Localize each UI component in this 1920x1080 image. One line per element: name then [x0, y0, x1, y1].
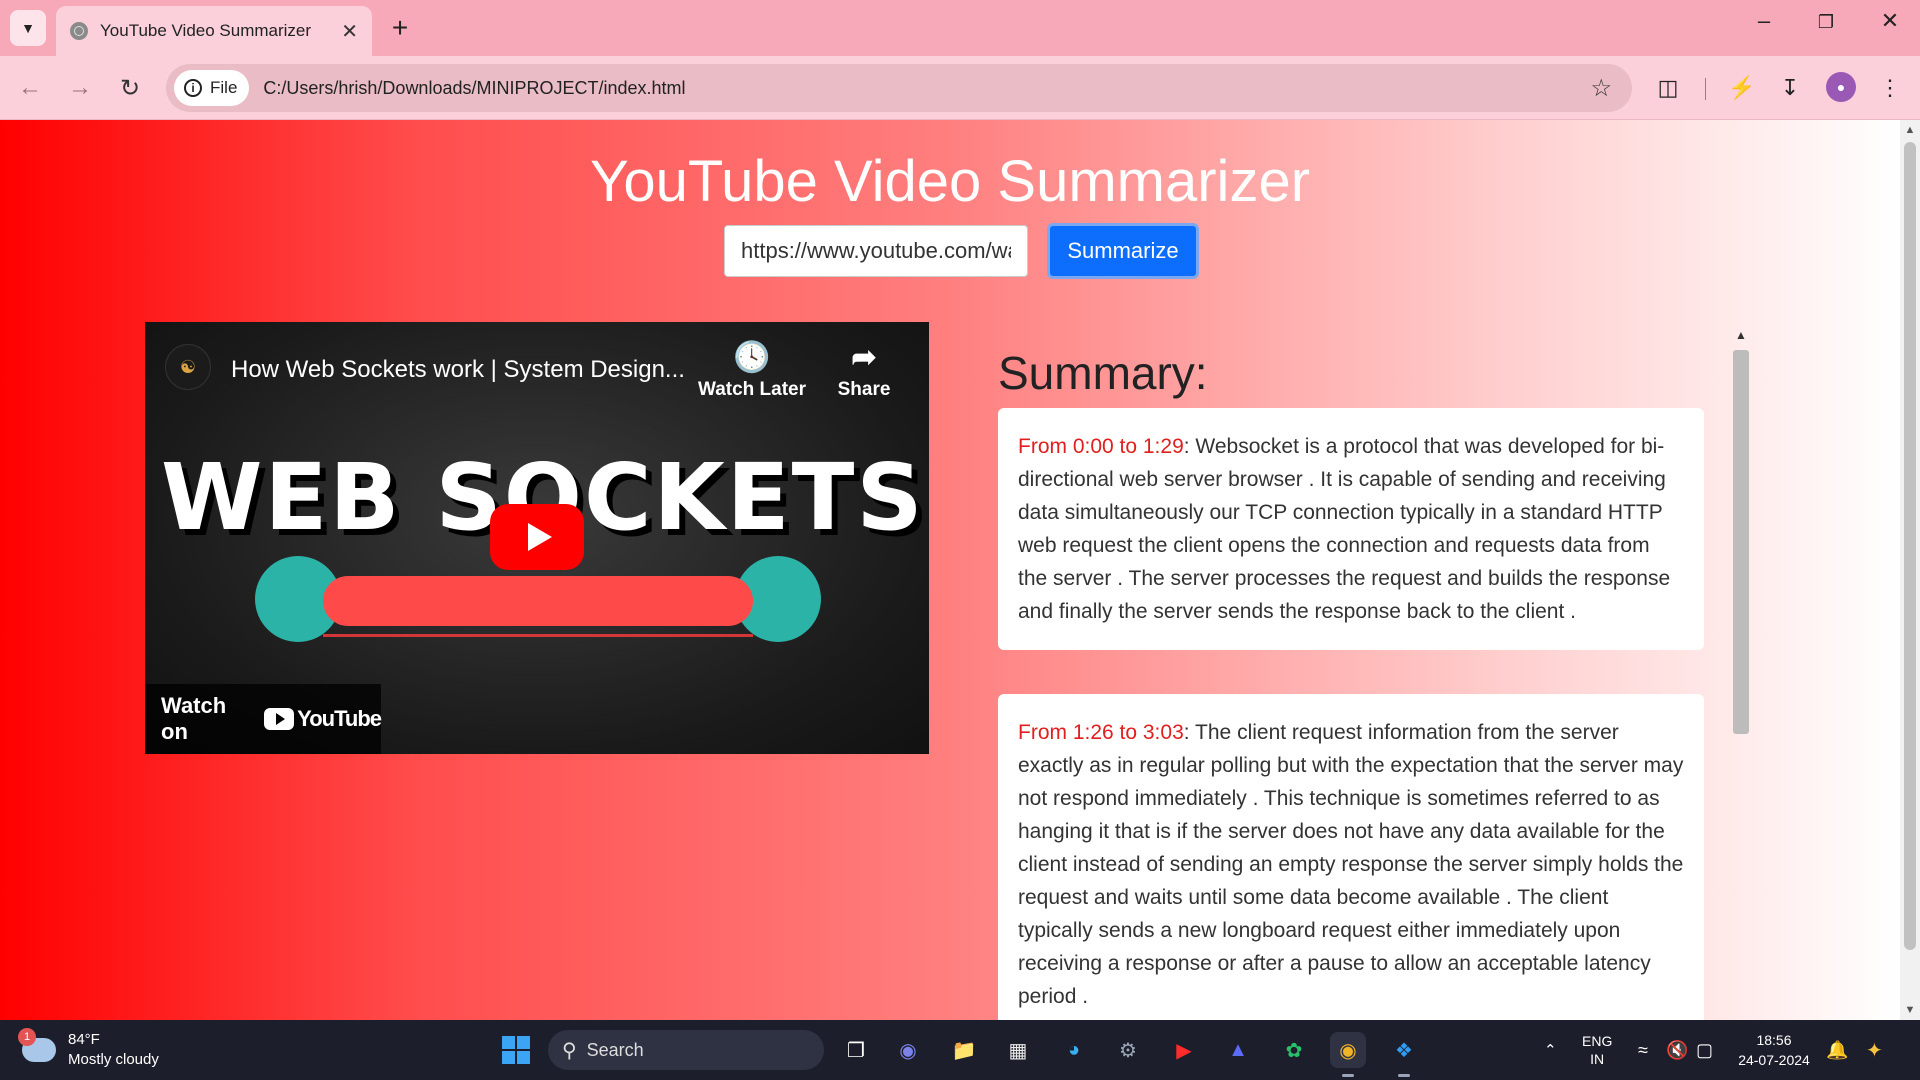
summary-timestamp: From 0:00 to 1:29	[1018, 435, 1184, 458]
tab-close-icon[interactable]: ✕	[341, 19, 358, 44]
taskbar-search[interactable]: ⚲ Search	[548, 1030, 824, 1070]
notification-bell-icon[interactable]: 🔔	[1826, 1020, 1848, 1080]
browser-toolbar: ← → ↻ i File C:/Users/hrish/Downloads/MI…	[0, 56, 1920, 120]
summary-text: : Websocket is a protocol that was devel…	[1018, 435, 1671, 623]
file-explorer-icon[interactable]: 📁	[946, 1032, 982, 1068]
summarize-button[interactable]: Summarize	[1047, 223, 1199, 279]
weather-desc: Mostly cloudy	[68, 1051, 159, 1068]
search-label: Search	[586, 1039, 644, 1060]
clock-date: 24-07-2024	[1738, 1052, 1810, 1068]
copilot-icon[interactable]: ✦	[1866, 1020, 1883, 1080]
page-scroll-thumb[interactable]	[1904, 142, 1916, 950]
watch-on-youtube-button[interactable]: Watch on YouTube	[145, 684, 382, 754]
search-icon: ⚲	[562, 1039, 577, 1062]
watch-on-label: Watch on	[161, 693, 227, 744]
weather-temp: 84°F	[68, 1031, 100, 1048]
page-scroll-up-icon[interactable]: ▲	[1900, 120, 1920, 140]
summary-card: From 0:00 to 1:29: Websocket is a protoc…	[998, 408, 1704, 650]
page-scroll-down-icon[interactable]: ▼	[1900, 1000, 1920, 1020]
minimize-icon[interactable]: –	[1744, 8, 1784, 34]
youtube-logo-text: YouTube	[297, 706, 382, 731]
forward-icon[interactable]: →	[64, 72, 96, 104]
restore-icon[interactable]: ❐	[1806, 12, 1846, 33]
info-icon: i	[184, 79, 202, 97]
tab-search-menu-icon[interactable]: ▼	[10, 10, 46, 46]
meet-icon[interactable]: ◉	[890, 1032, 926, 1068]
url-text[interactable]: C:/Users/hrish/Downloads/MINIPROJECT/ind…	[263, 78, 1590, 99]
store-icon[interactable]: ▦	[1000, 1032, 1036, 1068]
chrome-icon[interactable]: ◉	[1330, 1032, 1366, 1068]
mongodb-icon[interactable]: ✿	[1276, 1032, 1312, 1068]
taskbar: 1 84°F Mostly cloudy ⚲ Search ❐ ◉ 📁 ▦ ◕ …	[0, 1020, 1920, 1080]
tab-title: YouTube Video Summarizer	[100, 21, 312, 40]
youtube-logo-icon: YouTube	[264, 706, 382, 732]
clock-time: 18:56	[1756, 1032, 1792, 1048]
channel-logo-icon[interactable]: ☯	[165, 344, 211, 390]
site-info-chip[interactable]: i File	[174, 70, 250, 106]
thumbnail-wave	[323, 576, 753, 626]
bookmark-star-icon[interactable]: ☆	[1590, 74, 1612, 103]
window-close-icon[interactable]: ✕	[1870, 8, 1910, 34]
vscode-icon[interactable]: ❖	[1386, 1032, 1422, 1068]
weather-badge: 1	[18, 1028, 36, 1046]
watch-later-label: Watch Later	[697, 379, 807, 400]
volume-muted-icon[interactable]: 🔇	[1666, 1020, 1688, 1080]
summary-panel[interactable]: Summary: From 0:00 to 1:29: Websocket is…	[980, 320, 1740, 1020]
scroll-up-arrow-icon[interactable]: ▲	[1730, 328, 1752, 344]
vs-studio-icon[interactable]: ▲	[1220, 1032, 1256, 1068]
task-view-icon[interactable]: ❐	[838, 1032, 874, 1068]
performance-icon[interactable]: ⚡	[1726, 72, 1758, 104]
site-info-label: File	[210, 78, 238, 97]
summary-scrollbar[interactable]: ▲	[1730, 328, 1752, 1020]
wifi-icon[interactable]: ≈	[1638, 1020, 1648, 1080]
watch-later-button[interactable]: 🕓 Watch Later	[697, 340, 807, 401]
browser-tab[interactable]: YouTube Video Summarizer ✕	[56, 6, 372, 56]
play-button[interactable]	[490, 504, 584, 570]
chrome-active-indicator	[1342, 1074, 1354, 1077]
language-indicator[interactable]: ENG IN	[1582, 1020, 1612, 1080]
summary-text: : The client request information from th…	[1018, 721, 1684, 1008]
share-label: Share	[837, 379, 891, 400]
summary-scroll-thumb[interactable]	[1733, 350, 1749, 734]
windows-start-icon[interactable]	[502, 1036, 530, 1064]
language-line2: IN	[1590, 1051, 1605, 1067]
new-tab-button[interactable]: +	[384, 12, 416, 44]
share-button[interactable]: ➦ Share	[809, 340, 919, 401]
youtube-url-input[interactable]	[724, 225, 1028, 277]
summary-timestamp: From 1:26 to 3:03	[1018, 721, 1184, 744]
tab-bar: ▼ YouTube Video Summarizer ✕ + – ❐ ✕	[0, 0, 1920, 56]
settings-gear-icon[interactable]: ⚙	[1110, 1032, 1146, 1068]
tray-chevron-icon[interactable]: ⌃	[1544, 1020, 1557, 1080]
summary-card: From 1:26 to 3:03: The client request in…	[998, 694, 1704, 1020]
vscode-active-indicator	[1398, 1074, 1410, 1077]
page-viewport: YouTube Video Summarizer Summarize ☯ How…	[0, 120, 1900, 1020]
summary-heading: Summary:	[998, 347, 1208, 399]
back-icon[interactable]: ←	[14, 72, 46, 104]
reload-icon[interactable]: ↻	[114, 72, 146, 104]
page-scrollbar[interactable]: ▲ ▼	[1900, 120, 1920, 1020]
video-title[interactable]: How Web Sockets work | System Design...	[231, 356, 685, 384]
address-bar[interactable]: i File C:/Users/hrish/Downloads/MINIPROJ…	[166, 64, 1632, 112]
menu-kebab-icon[interactable]: ⋮	[1874, 72, 1906, 104]
page-title: YouTube Video Summarizer	[589, 149, 1311, 214]
clock-icon: 🕓	[733, 341, 771, 374]
toolbar-divider	[1705, 78, 1706, 100]
battery-icon[interactable]: ▢	[1696, 1020, 1713, 1080]
globe-icon	[70, 22, 88, 40]
share-icon: ➦	[851, 341, 877, 374]
download-icon[interactable]: ↧	[1774, 72, 1806, 104]
play-icon	[528, 523, 552, 551]
cloud-icon: 1	[18, 1028, 56, 1062]
language-line1: ENG	[1582, 1033, 1613, 1049]
edge-icon[interactable]: ◕	[1056, 1032, 1092, 1068]
profile-avatar[interactable]: ●	[1826, 72, 1856, 102]
thumbnail-wave-line	[323, 634, 753, 637]
weather-widget[interactable]: 1 84°F Mostly cloudy	[18, 1028, 159, 1070]
extensions-icon[interactable]: ◫	[1652, 72, 1684, 104]
youtube-app-icon[interactable]: ▶	[1166, 1032, 1202, 1068]
taskbar-clock[interactable]: 18:56 24-07-2024	[1736, 1030, 1812, 1070]
video-embed[interactable]: ☯ How Web Sockets work | System Design..…	[145, 322, 929, 754]
